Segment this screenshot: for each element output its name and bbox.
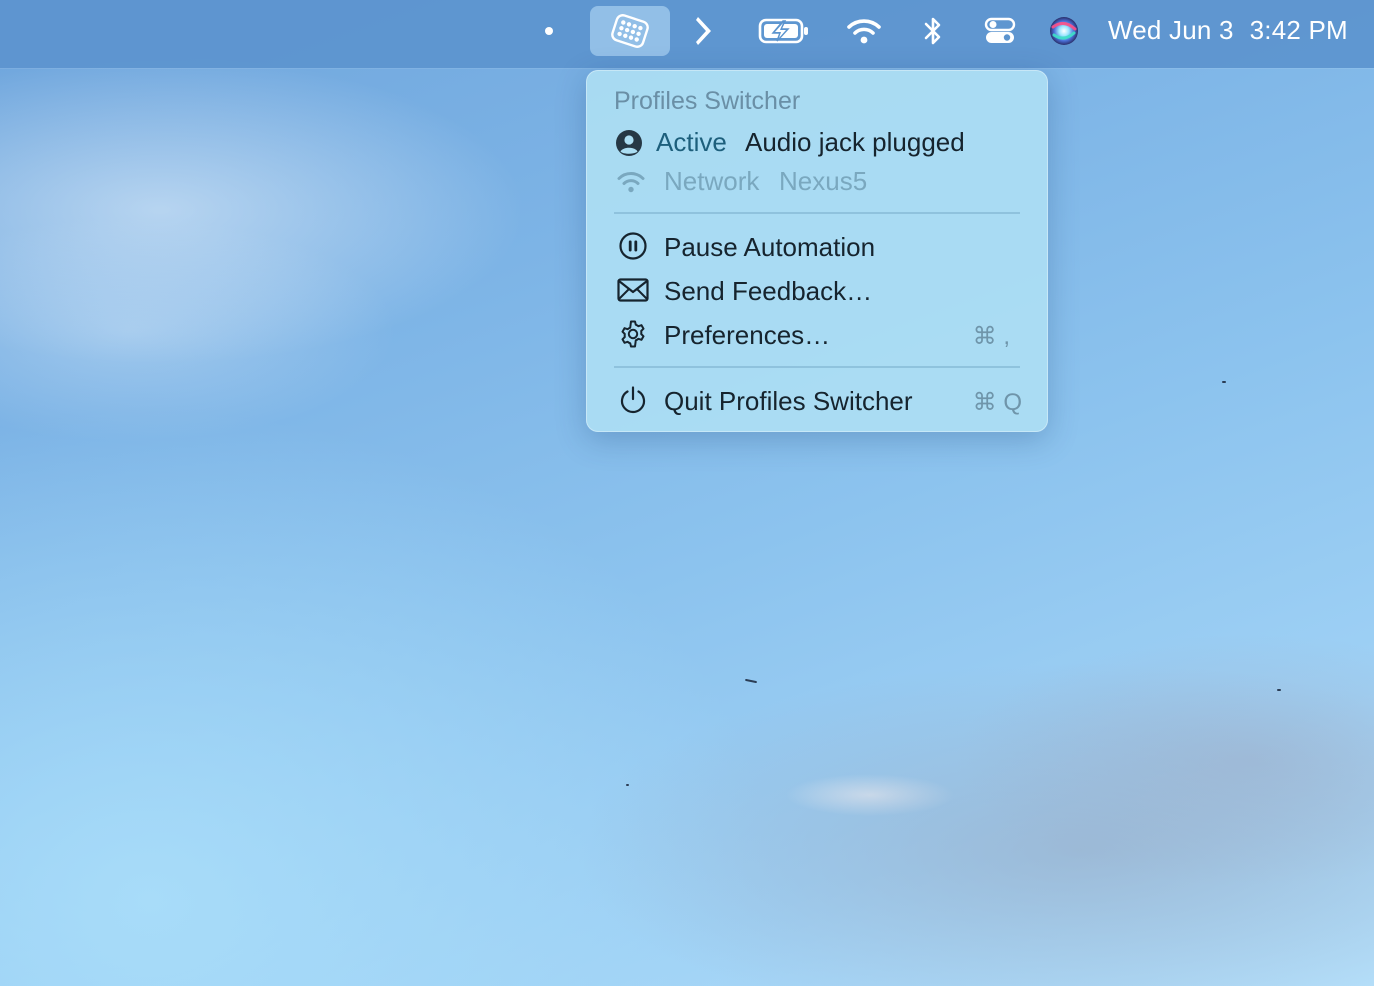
wifi-menubar-button[interactable]	[844, 0, 884, 62]
profiles-switcher-menu: Profiles Switcher Active Audio jack plug…	[586, 70, 1048, 432]
status-value-active: Audio jack plugged	[745, 127, 965, 157]
status-row-active: Active Audio jack plugged	[586, 123, 1048, 163]
control-center-menubar-button[interactable]	[980, 0, 1020, 62]
bird-speck	[626, 784, 629, 786]
quit-menu-item[interactable]: Quit Profiles Switcher ⌘ Q	[586, 380, 1048, 422]
bluetooth-menubar-button[interactable]	[916, 0, 950, 62]
send-feedback-menu-item[interactable]: Send Feedback…	[586, 270, 1048, 312]
profiles-switcher-menubar-button[interactable]	[590, 6, 670, 56]
menu-title: Profiles Switcher	[614, 87, 801, 115]
menu-separator	[614, 212, 1020, 214]
gear-icon	[618, 319, 648, 349]
pause-automation-menu-item[interactable]: Pause Automation	[586, 226, 1048, 268]
power-icon	[618, 385, 648, 415]
bird-speck	[1277, 689, 1281, 691]
preferences-shortcut: ⌘ ,	[972, 323, 1010, 350]
status-key-network: Network	[664, 166, 760, 196]
waffle-icon	[610, 14, 650, 48]
siri-icon	[1048, 15, 1080, 47]
chevron-right-icon	[693, 14, 717, 48]
bird-speck	[744, 678, 758, 684]
chevron-menubar-button[interactable]	[688, 0, 722, 62]
pause-automation-label: Pause Automation	[664, 232, 876, 262]
clock-time: 3:42 PM	[1249, 14, 1348, 45]
battery-menubar-button[interactable]	[756, 0, 812, 62]
wifi-icon	[616, 169, 646, 195]
bird-speck	[1222, 381, 1226, 383]
status-key-active: Active	[656, 127, 727, 157]
preferences-menu-item[interactable]: Preferences… ⌘ ,	[586, 314, 1048, 356]
preferences-label: Preferences…	[664, 320, 831, 350]
quit-label: Quit Profiles Switcher	[664, 386, 913, 416]
clock-date: Wed Jun 3	[1108, 14, 1234, 45]
menu-separator	[614, 366, 1020, 368]
quit-shortcut: ⌘ Q	[972, 389, 1022, 416]
wifi-icon	[846, 17, 882, 45]
menu-bar: Wed Jun 3 3:42 PM	[0, 0, 1374, 68]
battery-charging-icon	[758, 18, 810, 44]
bluetooth-icon	[922, 15, 944, 47]
user-circle-icon	[614, 128, 644, 158]
status-value-network: Nexus5	[779, 166, 868, 196]
menubar-clock[interactable]: Wed Jun 3 3:42 PM	[1108, 12, 1348, 48]
envelope-icon	[616, 277, 650, 303]
dot-icon[interactable]	[545, 27, 553, 35]
siri-menubar-button[interactable]	[1046, 0, 1082, 62]
control-center-icon	[984, 17, 1016, 45]
pause-circle-icon	[618, 231, 648, 261]
send-feedback-label: Send Feedback…	[664, 276, 873, 306]
status-row-network: Network Nexus5	[586, 162, 1048, 202]
